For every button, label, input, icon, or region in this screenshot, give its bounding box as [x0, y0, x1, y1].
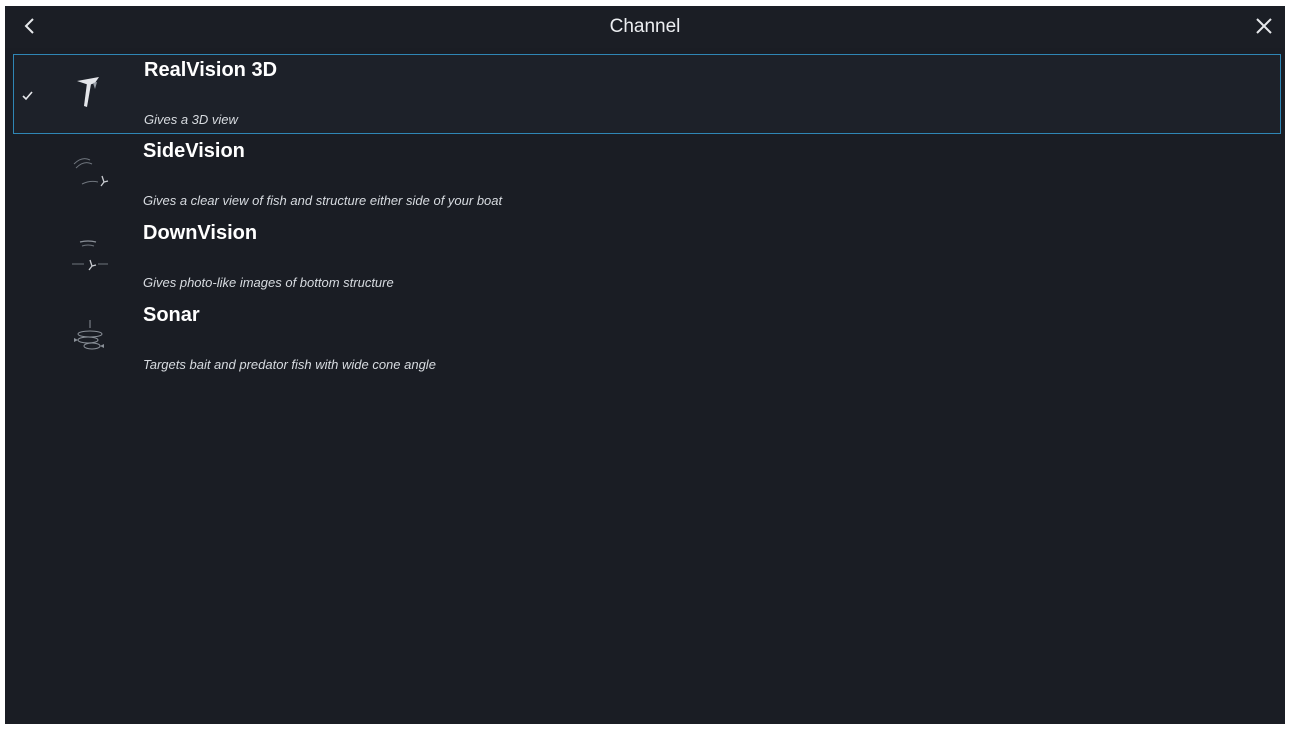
close-button[interactable] — [1249, 11, 1279, 41]
channel-option-realvision-3d[interactable]: RealVision 3D Gives a 3D view — [13, 54, 1281, 134]
channel-name: SideVision — [143, 140, 245, 162]
downvision-icon — [72, 240, 108, 271]
checkmark-icon — [22, 91, 33, 101]
page-title: Channel — [609, 16, 681, 37]
channel-screen: Channel RealVision 3D Gives a 3D view Si… — [5, 6, 1285, 724]
channel-option-sidevision[interactable]: SideVision Gives a clear view of fish an… — [13, 136, 1281, 216]
channel-name: DownVision — [143, 222, 258, 244]
close-icon — [1256, 18, 1272, 34]
channel-name: Sonar — [143, 304, 200, 326]
channel-description: Gives a 3D view — [144, 112, 238, 127]
channel-description: Targets bait and predator fish with wide… — [143, 357, 436, 372]
channel-description: Gives a clear view of fish and structure… — [143, 193, 503, 208]
realvision-transducer-icon — [77, 77, 99, 107]
channel-name: RealVision 3D — [144, 59, 278, 81]
sonar-icon — [74, 320, 104, 350]
sidevision-icon — [73, 158, 109, 187]
channel-option-downvision[interactable]: DownVision Gives photo-like images of bo… — [13, 218, 1281, 298]
channel-description: Gives photo-like images of bottom struct… — [143, 275, 394, 290]
channel-option-sonar[interactable]: Sonar Targets bait and predator fish wit… — [13, 300, 1281, 380]
title-bar: Channel — [5, 6, 1285, 48]
